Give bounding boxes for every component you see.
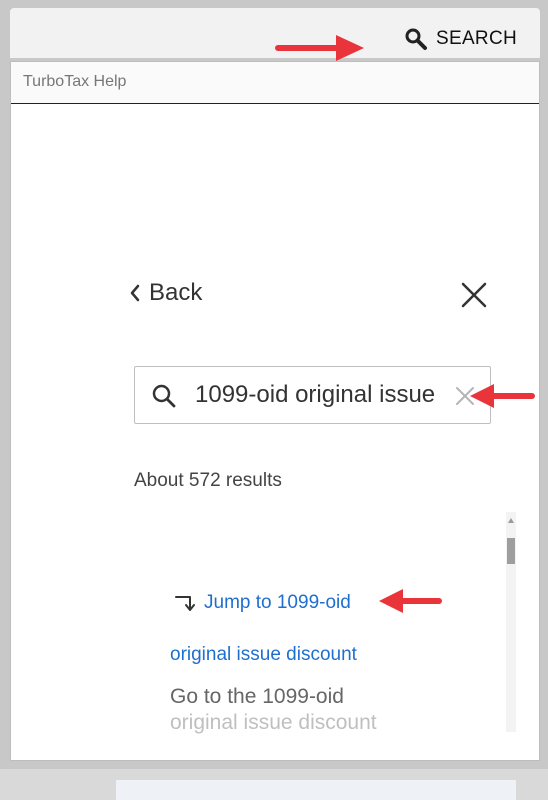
scroll-up-icon[interactable] [508, 518, 514, 523]
corner-down-right-arrow-icon [174, 593, 196, 613]
help-search-input[interactable] [195, 377, 475, 413]
results-scrollbar[interactable] [506, 512, 516, 732]
help-search-field[interactable] [134, 366, 491, 424]
annotation-arrow [470, 384, 535, 408]
window-titlebar: TurboTax Help [11, 62, 539, 104]
close-icon [461, 282, 487, 308]
results-list: Jump to 1099-oid original issue discount… [116, 512, 516, 752]
screenshot-frame: SEARCH TurboTax Help Back 1099-oid origi… [0, 0, 548, 800]
window-title: TurboTax Help [23, 73, 127, 90]
annotation-arrow [379, 589, 442, 613]
result-snippet-line: original issue discount [170, 711, 377, 734]
help-window: TurboTax Help Back 1099-oid original iss… [10, 61, 540, 800]
jump-to-link[interactable]: Jump to 1099-oid [174, 592, 351, 614]
back-label: Back [149, 279, 203, 306]
annotation-arrow [275, 35, 364, 61]
jump-to-label: Jump to 1099-oid [204, 592, 351, 613]
result-title-link[interactable]: original issue discount [170, 644, 357, 666]
close-button[interactable] [459, 280, 491, 312]
result-snippet: Go to the 1099-oid original issue discou… [170, 684, 470, 736]
scrollbar-thumb[interactable] [507, 538, 515, 564]
panel-footer-strip [116, 780, 516, 800]
back-button[interactable]: Back [129, 279, 202, 307]
result-snippet-line: Go to the 1099-oid [170, 685, 344, 708]
help-panel: Back 1099-oid original issue About 572 r… [11, 104, 539, 800]
chevron-left-icon [129, 284, 141, 302]
search-icon [151, 383, 177, 414]
header-search-button[interactable]: SEARCH [404, 24, 517, 54]
results-count: About 572 results [134, 470, 282, 491]
header-search-label: SEARCH [436, 28, 517, 49]
search-icon [404, 27, 428, 51]
